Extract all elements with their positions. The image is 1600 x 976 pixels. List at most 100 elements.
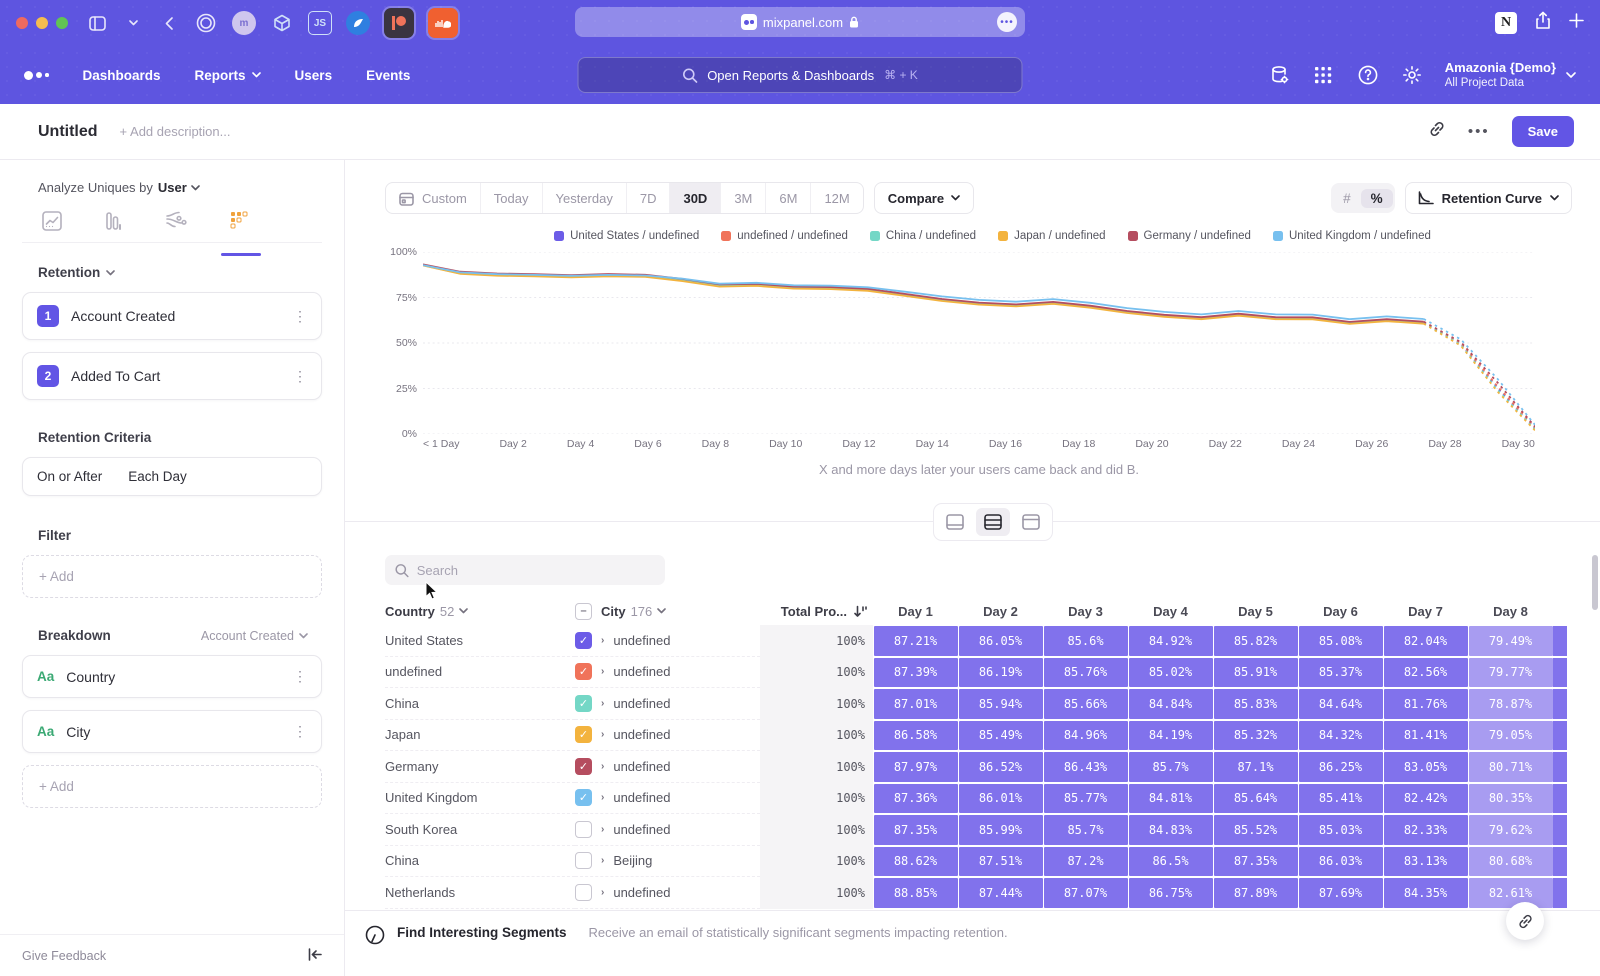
cell-day-5[interactable]: 85.64% bbox=[1214, 784, 1298, 814]
cell-day-1[interactable]: 87.01% bbox=[874, 689, 958, 719]
sidebar-toggle-icon[interactable] bbox=[86, 12, 108, 34]
cell-day-3[interactable]: 85.6% bbox=[1044, 626, 1128, 656]
avatar-m-extension-icon[interactable]: m bbox=[232, 11, 256, 35]
page-settings-icon[interactable]: ••• bbox=[997, 12, 1017, 32]
kebab-menu-icon[interactable]: ⋮ bbox=[293, 308, 307, 325]
bird-extension-icon[interactable] bbox=[346, 11, 370, 35]
cell-day-8[interactable]: 80.71% bbox=[1469, 752, 1553, 782]
cell-day-3[interactable]: 84.96% bbox=[1044, 721, 1128, 751]
cell-day-1[interactable]: 87.36% bbox=[874, 784, 958, 814]
custom-range-calendar[interactable]: Custom bbox=[386, 183, 481, 213]
back-icon[interactable] bbox=[158, 12, 180, 34]
cell-day-3[interactable]: 87.2% bbox=[1044, 847, 1128, 877]
add-description[interactable]: + Add description... bbox=[120, 124, 231, 139]
cell-day-6[interactable]: 85.08% bbox=[1299, 626, 1383, 656]
address-bar[interactable]: mixpanel.com ••• bbox=[575, 7, 1025, 37]
cell-day-5[interactable]: 85.52% bbox=[1214, 815, 1298, 845]
give-feedback-link[interactable]: Give Feedback bbox=[22, 949, 106, 963]
close-window-button[interactable] bbox=[16, 17, 28, 29]
retention-section-label[interactable]: Retention bbox=[38, 265, 100, 280]
retention-step-2[interactable]: 2 Added To Cart ⋮ bbox=[22, 352, 322, 400]
cell-day-2[interactable]: 85.94% bbox=[959, 689, 1043, 719]
column-day-1[interactable]: Day 1 bbox=[873, 604, 958, 619]
nav-item-dashboards[interactable]: Dashboards bbox=[83, 68, 161, 83]
table-search-input[interactable] bbox=[417, 563, 655, 578]
cell-day-4[interactable]: 84.83% bbox=[1129, 815, 1213, 845]
cell-day-5[interactable]: 85.82% bbox=[1214, 626, 1298, 656]
settings-gear-icon[interactable] bbox=[1401, 64, 1423, 86]
row-checkbox[interactable]: ✓ bbox=[575, 726, 592, 743]
collapse-sidebar-icon[interactable] bbox=[308, 948, 322, 964]
row-checkbox[interactable] bbox=[575, 884, 592, 901]
cell-day-1[interactable]: 88.85% bbox=[874, 878, 958, 908]
cell-day-1[interactable]: 87.97% bbox=[874, 752, 958, 782]
breakdown-add-button[interactable]: + Add bbox=[22, 765, 322, 808]
retention-criteria-card[interactable]: On or After Each Day bbox=[22, 457, 322, 496]
row-checkbox[interactable]: ✓ bbox=[575, 663, 592, 680]
criteria-on-or-after[interactable]: On or After bbox=[37, 469, 102, 484]
cell-day-6[interactable]: 84.64% bbox=[1299, 689, 1383, 719]
expand-row-icon[interactable]: › bbox=[601, 887, 604, 898]
cell-day-1[interactable]: 86.58% bbox=[874, 721, 958, 751]
cell-day-6[interactable]: 85.03% bbox=[1299, 815, 1383, 845]
cell-day-4[interactable]: 84.84% bbox=[1129, 689, 1213, 719]
cube-extension-icon[interactable] bbox=[270, 11, 294, 35]
analyze-value-dropdown[interactable]: User bbox=[158, 180, 200, 195]
floating-share-link-button[interactable] bbox=[1506, 902, 1544, 940]
expand-row-icon[interactable]: › bbox=[601, 666, 604, 677]
cell-day-7[interactable]: 82.33% bbox=[1384, 815, 1468, 845]
column-day-7[interactable]: Day 7 bbox=[1383, 604, 1468, 619]
expand-row-icon[interactable]: › bbox=[601, 761, 604, 772]
cell-day-3[interactable]: 87.07% bbox=[1044, 878, 1128, 908]
legend-item[interactable]: undefined / undefined bbox=[721, 230, 848, 242]
column-day-4[interactable]: Day 4 bbox=[1128, 604, 1213, 619]
share-icon[interactable] bbox=[1535, 11, 1551, 35]
row-checkbox[interactable]: ✓ bbox=[575, 758, 592, 775]
view-table-only-icon[interactable] bbox=[1014, 508, 1048, 536]
cell-day-4[interactable]: 86.5% bbox=[1129, 847, 1213, 877]
legend-item[interactable]: United Kingdom / undefined bbox=[1273, 230, 1431, 242]
cell-day-6[interactable]: 85.37% bbox=[1299, 658, 1383, 688]
cell-day-2[interactable]: 86.52% bbox=[959, 752, 1043, 782]
zoom-window-button[interactable] bbox=[56, 17, 68, 29]
tab-flows[interactable] bbox=[166, 211, 188, 242]
expand-row-icon[interactable]: › bbox=[601, 792, 604, 803]
help-icon[interactable] bbox=[1357, 64, 1379, 86]
range-chip-12m[interactable]: 12M bbox=[811, 183, 862, 213]
column-day-3[interactable]: Day 3 bbox=[1043, 604, 1128, 619]
one-password-extension-icon[interactable] bbox=[194, 11, 218, 35]
kebab-menu-icon[interactable]: ⋮ bbox=[293, 368, 307, 385]
legend-item[interactable]: China / undefined bbox=[870, 230, 976, 242]
legend-item[interactable]: Germany / undefined bbox=[1128, 230, 1251, 242]
mixpanel-logo[interactable] bbox=[24, 71, 49, 80]
cell-day-7[interactable]: 82.42% bbox=[1384, 784, 1468, 814]
cell-day-4[interactable]: 86.75% bbox=[1129, 878, 1213, 908]
tab-funnels[interactable] bbox=[104, 211, 124, 242]
cell-day-7[interactable]: 84.35% bbox=[1384, 878, 1468, 908]
cell-day-5[interactable]: 85.91% bbox=[1214, 658, 1298, 688]
row-checkbox[interactable]: ✓ bbox=[575, 695, 592, 712]
cell-day-5[interactable]: 85.32% bbox=[1214, 721, 1298, 751]
range-chip-yesterday[interactable]: Yesterday bbox=[543, 183, 627, 213]
cell-day-7[interactable]: 83.13% bbox=[1384, 847, 1468, 877]
cell-day-3[interactable]: 85.66% bbox=[1044, 689, 1128, 719]
cell-day-7[interactable]: 82.04% bbox=[1384, 626, 1468, 656]
cell-day-4[interactable]: 84.19% bbox=[1129, 721, 1213, 751]
retention-step-1[interactable]: 1 Account Created ⋮ bbox=[22, 292, 322, 340]
cell-day-1[interactable]: 87.21% bbox=[874, 626, 958, 656]
expand-row-icon[interactable]: › bbox=[601, 729, 604, 740]
criteria-each-day[interactable]: Each Day bbox=[128, 469, 187, 484]
cell-day-2[interactable]: 85.49% bbox=[959, 721, 1043, 751]
cell-day-2[interactable]: 86.01% bbox=[959, 784, 1043, 814]
cell-day-8[interactable]: 80.35% bbox=[1469, 784, 1553, 814]
expand-row-icon[interactable]: › bbox=[601, 635, 604, 646]
row-checkbox[interactable]: ✓ bbox=[575, 789, 592, 806]
cell-day-2[interactable]: 86.19% bbox=[959, 658, 1043, 688]
cell-day-6[interactable]: 85.41% bbox=[1299, 784, 1383, 814]
cell-day-6[interactable]: 87.69% bbox=[1299, 878, 1383, 908]
cell-day-2[interactable]: 87.51% bbox=[959, 847, 1043, 877]
cell-day-4[interactable]: 85.7% bbox=[1129, 752, 1213, 782]
data-management-icon[interactable] bbox=[1269, 64, 1291, 86]
table-search[interactable] bbox=[385, 555, 665, 585]
unit-percent-toggle[interactable]: % bbox=[1361, 189, 1393, 208]
